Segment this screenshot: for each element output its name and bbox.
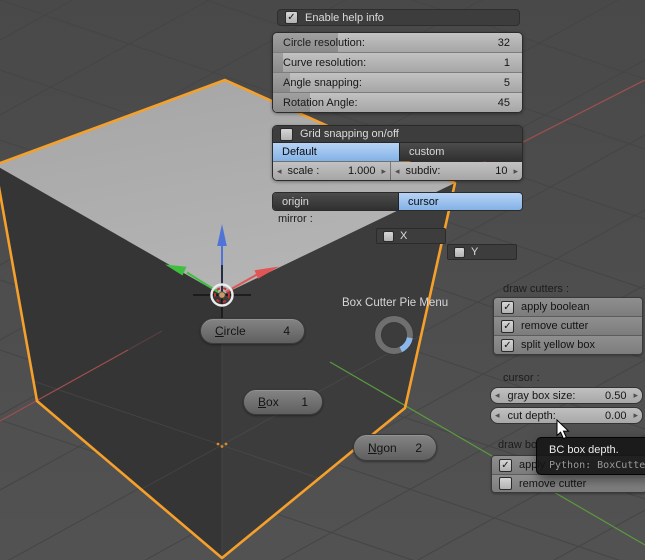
slider-label: Curve resolution: (283, 56, 367, 69)
scale-value: 1.000 (347, 165, 376, 177)
slider-label: Angle snapping: (283, 76, 362, 89)
slider-fill (273, 93, 311, 112)
remove-cutter-checkbox-2[interactable] (499, 477, 512, 490)
mirror-y-toggle[interactable]: Y (447, 244, 517, 260)
blender-viewport-screen: ✓ Enable help info Circle resolution: 32… (0, 0, 645, 560)
tab-default[interactable]: Default (273, 143, 399, 161)
slider-fill (273, 73, 291, 92)
origin-cursor-tabs: origin cursor (272, 192, 523, 211)
tab-cursor-label: cursor (408, 195, 439, 208)
tab-custom[interactable]: custom (399, 143, 522, 161)
apply-boolean-label: apply boolean (521, 301, 590, 313)
mirror-y-checkbox[interactable] (454, 246, 465, 258)
remove-cutter-checkbox[interactable]: ✓ (501, 319, 514, 333)
enable-help-label: Enable help info (305, 11, 384, 24)
slider-value: 1 (503, 56, 510, 69)
enable-help-toggle-row[interactable]: ✓ Enable help info (277, 9, 520, 26)
angle-snapping-slider[interactable]: Angle snapping: 5 (273, 73, 522, 93)
grid-snapping-checkbox[interactable] (280, 127, 293, 141)
enable-help-checkbox[interactable]: ✓ (285, 11, 298, 24)
step-right-icon[interactable]: ▸ (629, 391, 642, 400)
circle-resolution-slider[interactable]: Circle resolution: 32 (273, 33, 522, 53)
pie-button-circle[interactable]: Circle 4 (200, 318, 305, 344)
scale-label: scale : (287, 165, 320, 177)
resolution-panel: Circle resolution: 32 Curve resolution: … (272, 32, 523, 113)
draw-boxes-title: draw bo (498, 439, 538, 451)
rotation-angle-slider[interactable]: Rotation Angle: 45 (273, 93, 522, 112)
mirror-x-toggle[interactable]: X (376, 228, 446, 244)
tooltip-title: BC box depth. (549, 444, 619, 456)
slider-value: 5 (503, 76, 510, 89)
pie-button-box[interactable]: Box 1 (243, 389, 323, 415)
remove-cutter-label: remove cutter (521, 320, 589, 332)
mirror-label: mirror : (278, 213, 313, 225)
mouse-cursor-icon (556, 419, 570, 440)
draw-cutters-options: ✓ apply boolean ✓ remove cutter ✓ split … (493, 297, 643, 355)
pie-menu-title: Box Cutter Pie Menu (342, 297, 449, 309)
subdiv-value: 10 (495, 165, 508, 177)
mirror-y-label: Y (471, 246, 479, 258)
slider-value: 32 (497, 36, 510, 49)
step-right-icon[interactable]: ▸ (629, 411, 642, 420)
scale-stepper[interactable]: ◂ scale : 1.000 ▸ (273, 162, 390, 180)
grid-snapping-panel: Grid snapping on/off Default custom ◂ sc… (272, 125, 523, 181)
pie-button-circle-label: Circle (215, 324, 246, 338)
grid-snapping-label: Grid snapping on/off (300, 128, 399, 140)
tooltip-python-hint: Python: BoxCutte (549, 460, 645, 471)
tab-cursor[interactable]: cursor (398, 193, 522, 210)
apply-boolean-checkbox[interactable]: ✓ (501, 300, 514, 314)
step-right-icon[interactable]: ▸ (377, 166, 390, 176)
pie-button-ngon-hotkey: 2 (415, 440, 422, 455)
subdiv-stepper[interactable]: ◂ subdiv: 10 ▸ (390, 162, 522, 180)
curve-resolution-slider[interactable]: Curve resolution: 1 (273, 53, 522, 73)
subdiv-label: subdiv: (405, 165, 441, 177)
step-right-icon[interactable]: ▸ (509, 166, 522, 176)
split-yellow-box-label: split yellow box (521, 339, 595, 351)
pie-button-box-label: Box (258, 395, 279, 409)
draw-cutters-title: draw cutters : (503, 283, 570, 295)
cut-depth-value: 0.00 (605, 409, 627, 422)
step-left-icon[interactable]: ◂ (491, 411, 504, 420)
slider-fill (273, 53, 283, 72)
step-left-icon[interactable]: ◂ (273, 166, 286, 176)
remove-cutter-toggle-2[interactable]: remove cutter (492, 475, 645, 492)
split-yellow-box-toggle[interactable]: ✓ split yellow box (494, 336, 642, 354)
pie-button-circle-hotkey: 4 (283, 324, 290, 338)
pie-button-ngon[interactable]: Ngon 2 (353, 434, 437, 461)
split-yellow-box-checkbox[interactable]: ✓ (501, 338, 514, 352)
apply-boolean-checkbox-2[interactable]: ✓ (499, 458, 512, 472)
tab-origin-label: origin (282, 195, 309, 208)
cut-depth-label: cut depth: (507, 409, 556, 422)
remove-cutter-toggle[interactable]: ✓ remove cutter (494, 317, 642, 336)
step-left-icon[interactable]: ◂ (491, 391, 504, 400)
gray-box-size-value: 0.50 (605, 389, 627, 402)
slider-fill (273, 33, 338, 52)
step-left-icon[interactable]: ◂ (391, 166, 404, 176)
cursor-section-title: cursor : (503, 372, 540, 384)
pie-button-box-hotkey: 1 (301, 395, 308, 409)
grid-snapping-toggle-row[interactable]: Grid snapping on/off (273, 126, 522, 143)
tab-origin[interactable]: origin (273, 193, 398, 210)
apply-boolean-toggle[interactable]: ✓ apply boolean (494, 298, 642, 317)
mirror-x-checkbox[interactable] (383, 230, 394, 242)
tab-custom-label: custom (409, 146, 445, 158)
gray-box-size-stepper[interactable]: ◂ gray box size: 0.50 ▸ (490, 387, 643, 404)
remove-cutter-label-2: remove cutter (519, 477, 587, 490)
mirror-x-label: X (400, 230, 408, 242)
tooltip: BC box depth. Python: BoxCutte (536, 437, 645, 475)
tab-default-label: Default (282, 146, 317, 158)
gray-box-size-label: gray box size: (507, 389, 576, 402)
slider-value: 45 (497, 96, 510, 109)
pie-button-ngon-label: Ngon (368, 440, 397, 455)
